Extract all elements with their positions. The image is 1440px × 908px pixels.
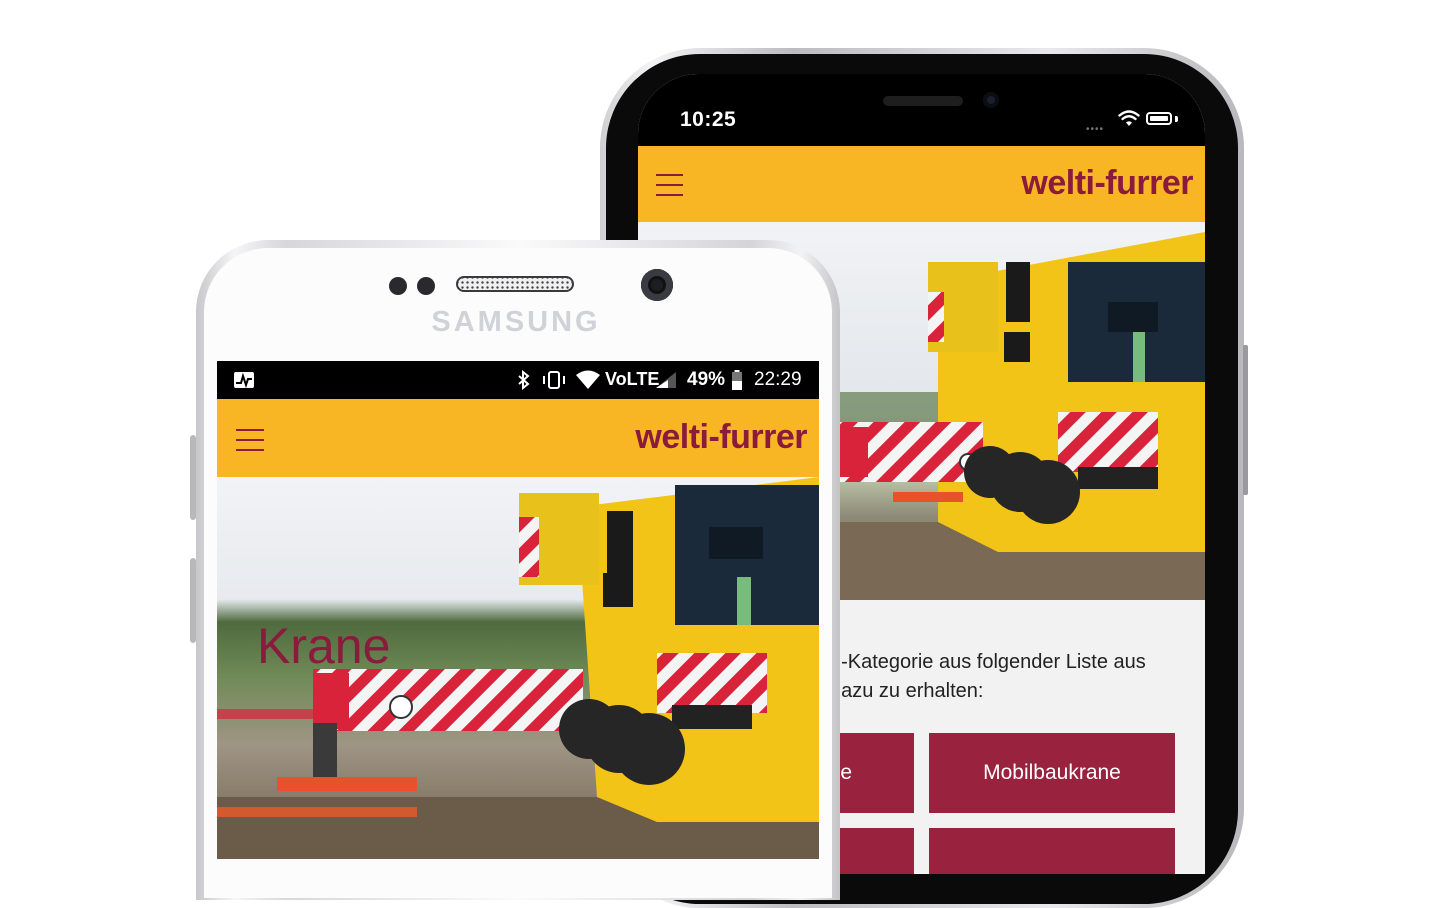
battery-tip xyxy=(1175,116,1178,122)
battery-percent: 49% xyxy=(687,369,726,390)
page-title: Krane xyxy=(257,618,391,674)
wifi-icon xyxy=(1118,110,1140,126)
volte-indicator: VoLTE xyxy=(605,369,660,389)
menu-icon[interactable] xyxy=(236,429,264,451)
wifi-icon xyxy=(576,370,600,389)
battery-icon xyxy=(732,370,742,390)
light-sensor xyxy=(417,277,435,295)
bluetooth-icon xyxy=(518,370,530,390)
vibrate-icon xyxy=(543,371,565,389)
notch-speaker xyxy=(883,96,963,106)
samsung-logo: SAMSUNG xyxy=(431,306,601,338)
samsung-screen: VoLTE 49% 22:29 welti-furrer Krane xyxy=(217,361,819,859)
battery-icon xyxy=(1146,112,1172,125)
ios-clock: 10:25 xyxy=(680,108,737,131)
brand-logo[interactable]: welti-furrer xyxy=(1021,164,1193,203)
category-button-mobilbaukrane[interactable]: Mobilbaukrane xyxy=(929,733,1175,813)
intro-text-line: dazu zu erhalten: xyxy=(830,680,984,702)
android-clock: 22:29 xyxy=(754,369,802,390)
samsung-volume-button xyxy=(190,435,196,520)
samsung-volume-button xyxy=(190,558,196,643)
site-header: welti-furrer xyxy=(638,146,1205,222)
proximity-sensor xyxy=(389,277,407,295)
site-header: welti-furrer xyxy=(217,399,819,477)
intro-text-line: n-Kategorie aus folgender Liste aus xyxy=(830,651,1146,673)
front-camera-icon xyxy=(983,92,999,108)
earpiece-speaker xyxy=(456,276,574,292)
category-button[interactable] xyxy=(929,828,1175,874)
signal-icon xyxy=(656,372,676,388)
brand-logo[interactable]: welti-furrer xyxy=(635,418,807,457)
signal-icon: •••• xyxy=(1086,124,1105,135)
menu-icon[interactable] xyxy=(656,174,683,196)
activity-icon xyxy=(234,372,254,389)
iphone-power-button xyxy=(1243,345,1248,495)
hero-image: Krane xyxy=(217,477,819,859)
ios-status-bar: 10:25 •••• xyxy=(638,74,1205,146)
front-camera-icon xyxy=(641,269,673,301)
android-status-bar: VoLTE 49% 22:29 xyxy=(217,361,819,399)
